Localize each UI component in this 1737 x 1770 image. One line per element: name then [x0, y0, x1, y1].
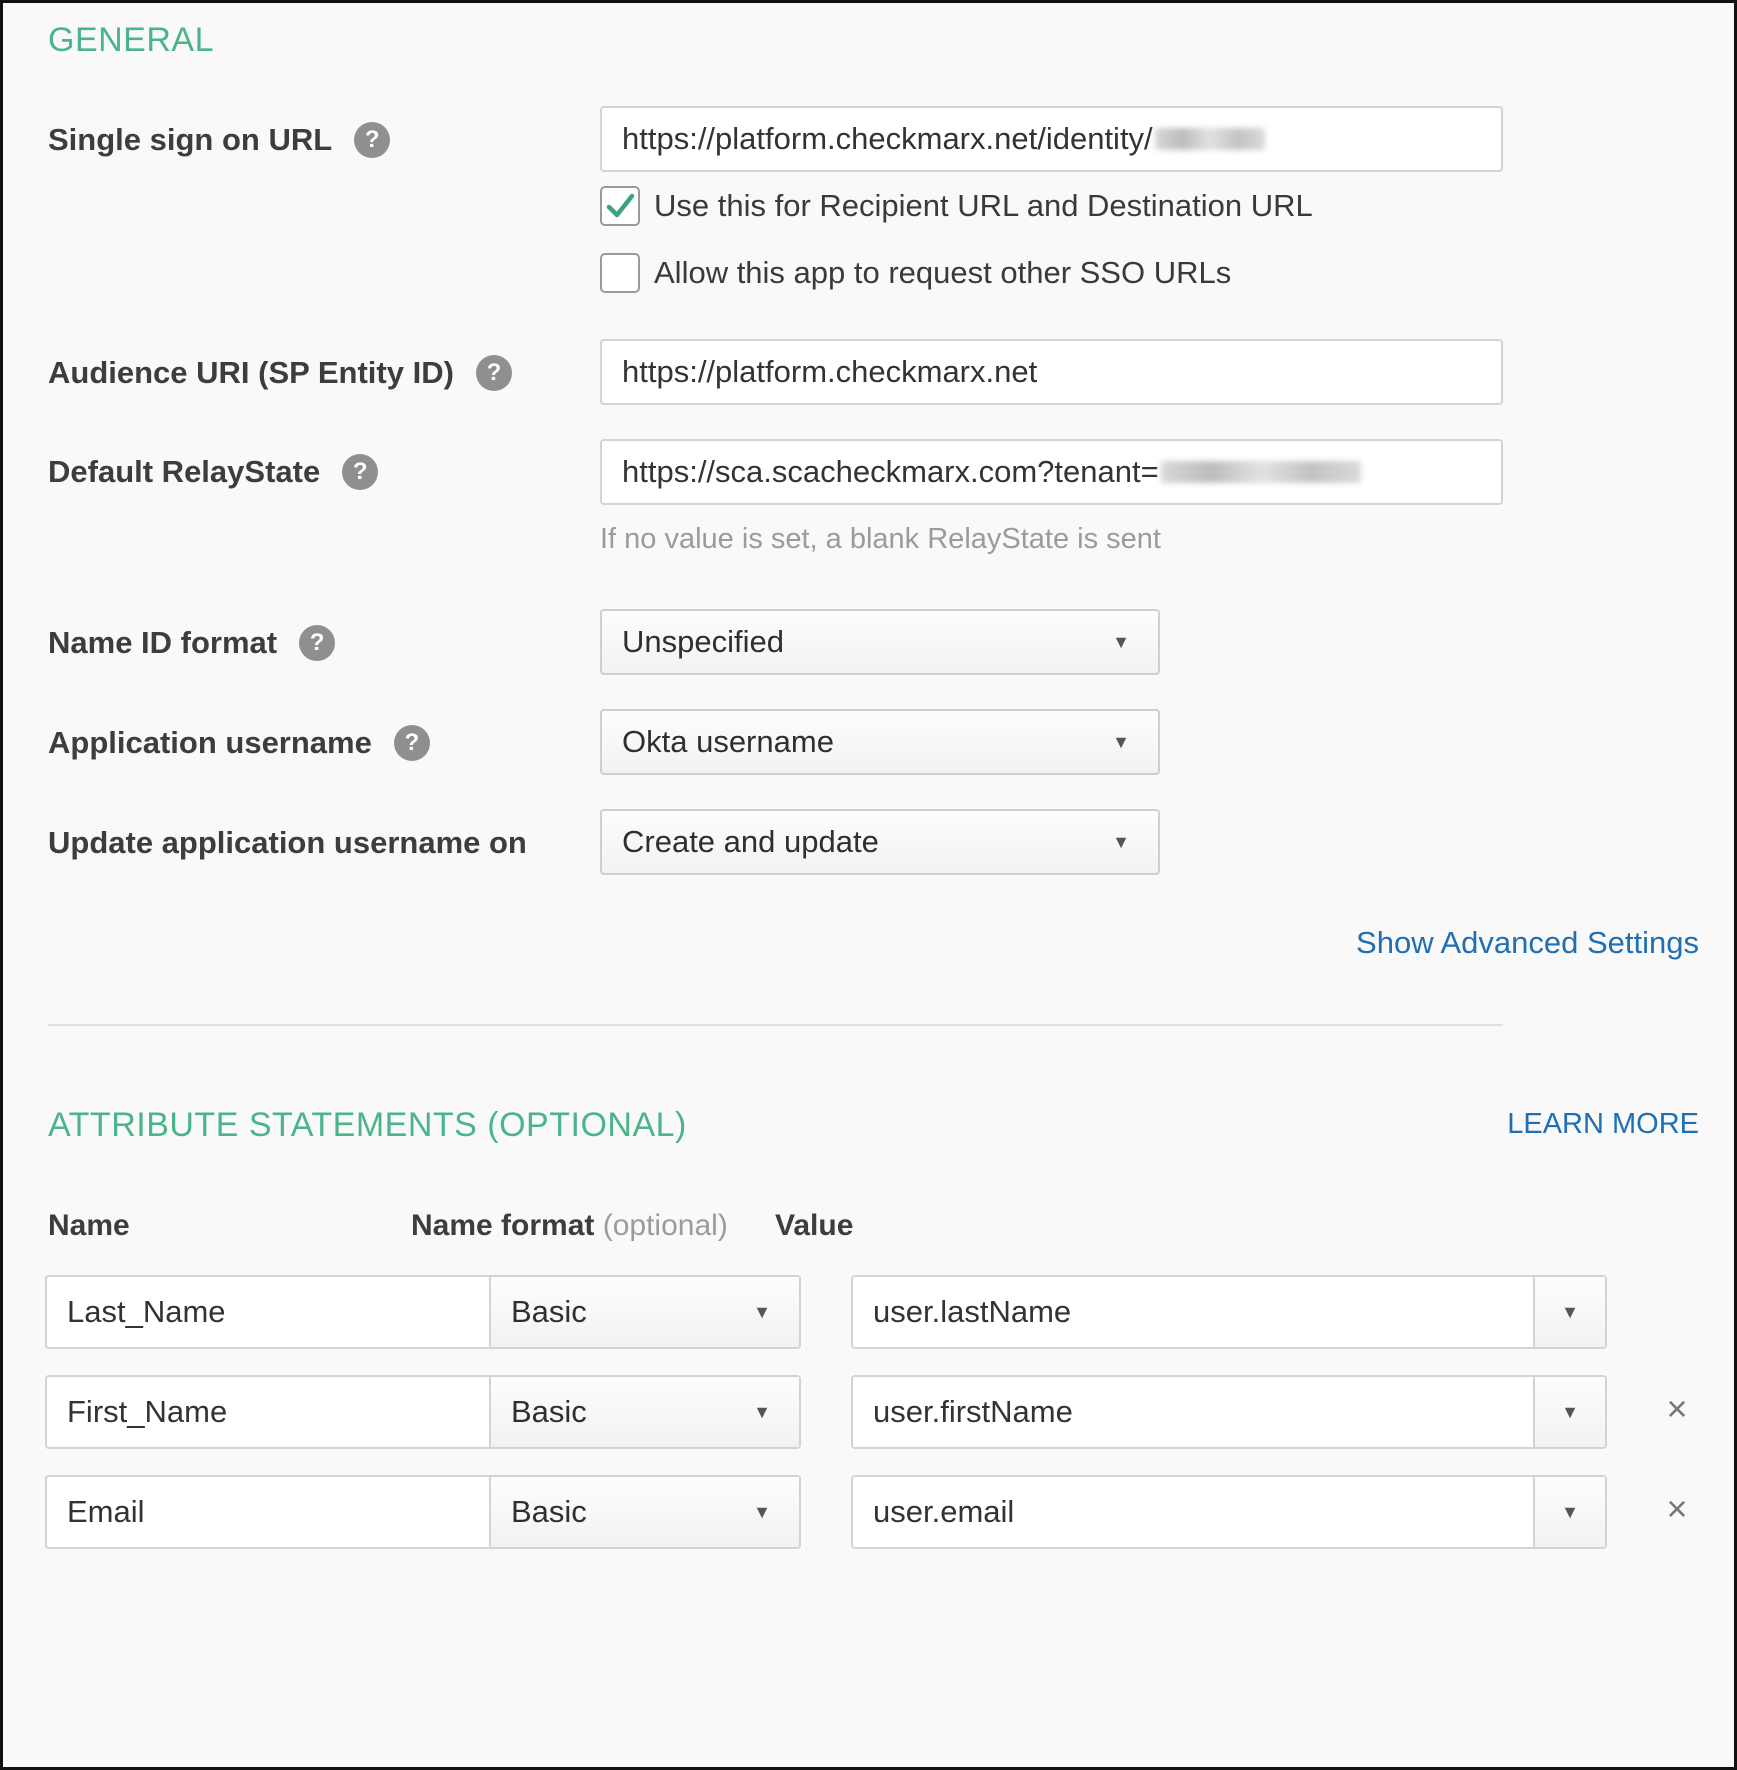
sso-url-label: Single sign on URL ? [48, 118, 391, 162]
attribute-statements-title: ATTRIBUTE STATEMENTS (OPTIONAL) [48, 1106, 687, 1144]
attribute-row: Email Basic ▼ user.email ▼ × [45, 1475, 1688, 1549]
chevron-down-icon: ▼ [1561, 1401, 1579, 1422]
relay-state-hint: If no value is set, a blank RelayState i… [600, 523, 1161, 555]
attribute-format-select[interactable]: Basic ▼ [491, 1477, 799, 1547]
show-advanced-settings-link[interactable]: Show Advanced Settings [1356, 925, 1699, 961]
attribute-value-group: user.email ▼ [851, 1475, 1607, 1549]
column-header-name: Name [48, 1209, 130, 1242]
learn-more-link[interactable]: LEARN MORE [1507, 1108, 1699, 1141]
attribute-value-input[interactable]: user.firstName [853, 1377, 1535, 1447]
use-for-recipient-checkbox[interactable] [600, 186, 640, 226]
attribute-value-input[interactable]: user.lastName [853, 1277, 1535, 1347]
attribute-name-input[interactable]: Email [47, 1477, 491, 1547]
name-id-format-label-text: Name ID format [48, 625, 278, 660]
chevron-down-icon: ▼ [753, 1401, 771, 1422]
help-icon[interactable]: ? [354, 122, 391, 158]
sso-url-value: https://platform.checkmarx.net/identity/ [622, 121, 1153, 156]
audience-uri-input[interactable]: https://platform.checkmarx.net [600, 339, 1503, 405]
attribute-name-input[interactable]: Last_Name [47, 1277, 491, 1347]
attribute-value-dropdown[interactable]: ▼ [1535, 1377, 1605, 1447]
allow-other-sso-checkbox[interactable] [600, 253, 640, 293]
update-username-label: Update application username on [48, 821, 527, 865]
chevron-down-icon: ▼ [753, 1301, 771, 1322]
remove-row-close-icon[interactable]: × [1655, 1387, 1699, 1431]
redacted-text [1160, 461, 1361, 483]
sso-url-label-text: Single sign on URL [48, 122, 333, 157]
audience-uri-label-text: Audience URI (SP Entity ID) [48, 355, 454, 390]
attribute-format-value: Basic [511, 1394, 587, 1429]
attribute-format-select[interactable]: Basic ▼ [491, 1277, 799, 1347]
section-divider [48, 1024, 1503, 1026]
attribute-name-input[interactable]: First_Name [47, 1377, 491, 1447]
column-header-name-format-text: Name format [411, 1209, 595, 1242]
relay-state-label: Default RelayState ? [48, 450, 379, 494]
relay-state-input[interactable]: https://sca.scacheckmarx.com?tenant= [600, 439, 1503, 505]
name-id-format-select[interactable]: Unspecified ▼ [600, 609, 1160, 675]
redacted-text [1154, 128, 1265, 150]
update-username-label-text: Update application username on [48, 825, 527, 860]
attribute-name-group: Email Basic ▼ [45, 1475, 801, 1549]
attribute-format-value: Basic [511, 1494, 587, 1529]
attribute-row: First_Name Basic ▼ user.firstName ▼ × [45, 1375, 1688, 1449]
allow-other-sso-label: Allow this app to request other SSO URLs [654, 255, 1232, 290]
column-header-optional: (optional) [602, 1209, 728, 1242]
help-icon[interactable]: ? [342, 454, 379, 490]
attribute-name-group: First_Name Basic ▼ [45, 1375, 801, 1449]
use-for-recipient-option[interactable]: Use this for Recipient URL and Destinati… [600, 186, 1313, 226]
attribute-name-group: Last_Name Basic ▼ [45, 1275, 801, 1349]
attribute-value-dropdown[interactable]: ▼ [1535, 1477, 1605, 1547]
chevron-down-icon: ▼ [1112, 631, 1130, 652]
chevron-down-icon: ▼ [753, 1501, 771, 1522]
update-username-select[interactable]: Create and update ▼ [600, 809, 1160, 875]
chevron-down-icon: ▼ [1561, 1301, 1579, 1322]
attribute-value-group: user.lastName ▼ [851, 1275, 1607, 1349]
column-header-value: Value [775, 1209, 854, 1242]
audience-uri-value: https://platform.checkmarx.net [622, 354, 1038, 389]
help-icon[interactable]: ? [475, 355, 512, 391]
general-section-title: GENERAL [48, 21, 214, 59]
name-id-format-value: Unspecified [622, 624, 784, 659]
chevron-down-icon: ▼ [1112, 731, 1130, 752]
attribute-format-value: Basic [511, 1294, 587, 1329]
relay-state-label-text: Default RelayState [48, 454, 321, 489]
settings-panel: GENERAL Single sign on URL ? https://pla… [0, 0, 1737, 1770]
app-username-select[interactable]: Okta username ▼ [600, 709, 1160, 775]
help-icon[interactable]: ? [393, 725, 430, 761]
attribute-value-group: user.firstName ▼ [851, 1375, 1607, 1449]
use-for-recipient-label: Use this for Recipient URL and Destinati… [654, 188, 1313, 223]
help-icon[interactable]: ? [299, 625, 336, 661]
attribute-value-dropdown[interactable]: ▼ [1535, 1277, 1605, 1347]
app-username-label: Application username ? [48, 721, 430, 765]
sso-url-input[interactable]: https://platform.checkmarx.net/identity/ [600, 106, 1503, 172]
column-header-name-format: Name format (optional) [411, 1209, 728, 1243]
chevron-down-icon: ▼ [1112, 831, 1130, 852]
chevron-down-icon: ▼ [1561, 1501, 1579, 1522]
app-username-value: Okta username [622, 724, 834, 759]
update-username-value: Create and update [622, 824, 879, 859]
audience-uri-label: Audience URI (SP Entity ID) ? [48, 351, 512, 395]
relay-state-value: https://sca.scacheckmarx.com?tenant= [622, 454, 1159, 489]
attribute-value-input[interactable]: user.email [853, 1477, 1535, 1547]
attribute-row: Last_Name Basic ▼ user.lastName ▼ [45, 1275, 1685, 1349]
name-id-format-label: Name ID format ? [48, 621, 336, 665]
remove-row-close-icon[interactable]: × [1655, 1487, 1699, 1531]
attribute-format-select[interactable]: Basic ▼ [491, 1377, 799, 1447]
app-username-label-text: Application username [48, 725, 372, 760]
allow-other-sso-option[interactable]: Allow this app to request other SSO URLs [600, 253, 1231, 293]
checkmark-icon [606, 193, 635, 218]
